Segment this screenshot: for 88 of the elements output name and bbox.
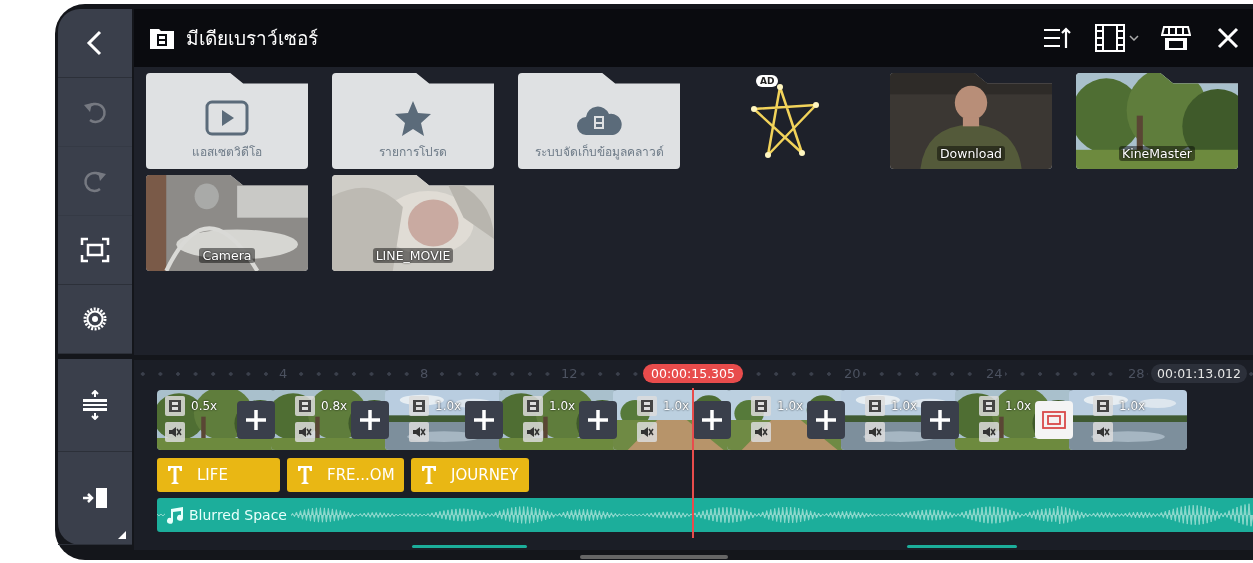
clip-speed: 0.5x	[191, 399, 219, 413]
clip-speed: 1.0x	[663, 399, 691, 413]
sort-button[interactable]	[1043, 27, 1071, 49]
window-title: มีเดียเบราว์เซอร์	[186, 26, 319, 51]
ruler-label: 20	[842, 366, 863, 381]
clip-speed: 1.0x	[549, 399, 577, 413]
music-icon	[165, 506, 185, 524]
star-icon	[393, 100, 433, 136]
folder[interactable]: รายการโปรด	[332, 73, 494, 169]
muted-speaker-icon[interactable]	[751, 422, 771, 442]
media-type-dropdown[interactable]	[1095, 24, 1139, 52]
transition-button[interactable]	[1035, 401, 1073, 439]
text-icon	[421, 465, 437, 485]
film-icon	[295, 396, 315, 416]
plus-icon	[473, 409, 495, 431]
muted-speaker-icon[interactable]	[979, 422, 999, 442]
text-icon	[167, 465, 183, 485]
muted-speaker-icon[interactable]	[165, 422, 185, 442]
total-duration: 00:01:13.012	[1151, 364, 1247, 383]
close-icon	[1217, 27, 1239, 49]
audio-clip[interactable]: Blurred Space	[157, 498, 1253, 532]
folder[interactable]: แอสเซตวิดีโอ	[146, 73, 308, 169]
muted-speaker-icon[interactable]	[1093, 422, 1113, 442]
film-icon	[751, 396, 771, 416]
store-icon	[1161, 25, 1191, 51]
muted-speaker-icon[interactable]	[637, 422, 657, 442]
film-icon	[865, 396, 885, 416]
folder[interactable]: Download	[890, 73, 1052, 169]
corner-mark	[118, 531, 126, 539]
jump-to-end-icon	[81, 486, 109, 510]
chevron-down-icon	[1129, 35, 1139, 41]
muted-speaker-icon[interactable]	[523, 422, 543, 442]
film-icon	[979, 396, 999, 416]
folder-film-icon	[150, 27, 174, 49]
film-icon	[637, 396, 657, 416]
clip-speed: 1.0x	[777, 399, 805, 413]
plus-icon	[245, 409, 267, 431]
muted-speaker-icon[interactable]	[409, 422, 429, 442]
text-clip[interactable]: JOURNEY	[411, 458, 529, 492]
clip-speed: 1.0x	[1005, 399, 1033, 413]
folder[interactable]: LINE_MOVIE	[332, 175, 494, 271]
add-transition-button[interactable]	[465, 401, 503, 439]
folder[interactable]: ระบบจัดเก็บข้อมูลคลาวด์	[518, 73, 680, 169]
film-icon	[1095, 24, 1125, 52]
add-transition-button[interactable]	[351, 401, 389, 439]
track-height-icon	[81, 390, 109, 420]
close-button[interactable]	[1217, 27, 1239, 49]
add-transition-button[interactable]	[237, 401, 275, 439]
add-transition-button[interactable]	[921, 401, 959, 439]
film-icon	[523, 396, 543, 416]
add-transition-button[interactable]	[579, 401, 617, 439]
text-clip[interactable]: FRE...OM	[287, 458, 404, 492]
plus-icon	[359, 409, 381, 431]
ruler-label: 12	[559, 366, 580, 381]
clip-speed: 1.0x	[1119, 399, 1147, 413]
audio-title: Blurred Space	[189, 507, 287, 523]
ruler-label: 4	[277, 366, 290, 381]
add-transition-button[interactable]	[807, 401, 845, 439]
plus-icon	[701, 409, 723, 431]
sparkle-star-icon[interactable]	[750, 83, 820, 159]
ad-badge: AD	[756, 75, 779, 87]
settings-icon	[82, 306, 108, 332]
film-icon	[1093, 396, 1113, 416]
add-transition-button[interactable]	[693, 401, 731, 439]
film-icon	[409, 396, 429, 416]
text-clip[interactable]: LIFE	[157, 458, 280, 492]
plus-icon	[587, 409, 609, 431]
sort-icon	[1043, 27, 1071, 49]
text-icon	[297, 465, 313, 485]
transition-icon	[1042, 411, 1066, 429]
ruler-label: 8	[418, 366, 431, 381]
folder[interactable]: KineMaster	[1076, 73, 1238, 169]
cloud-icon	[576, 106, 622, 136]
ruler-label: 28	[1126, 366, 1147, 381]
playhead-time[interactable]: 00:00:15.305	[643, 364, 743, 383]
film-icon	[165, 396, 185, 416]
plus-icon	[929, 409, 951, 431]
store-button[interactable]	[1161, 25, 1191, 51]
capture-icon	[80, 237, 110, 263]
folder[interactable]: Camera	[146, 175, 308, 271]
clip-speed: 0.8x	[321, 399, 349, 413]
muted-speaker-icon[interactable]	[865, 422, 885, 442]
muted-speaker-icon[interactable]	[295, 422, 315, 442]
play-icon	[205, 100, 249, 136]
ruler-label: 24	[984, 366, 1005, 381]
clip-speed: 1.0x	[891, 399, 919, 413]
plus-icon	[815, 409, 837, 431]
clip-speed: 1.0x	[435, 399, 463, 413]
